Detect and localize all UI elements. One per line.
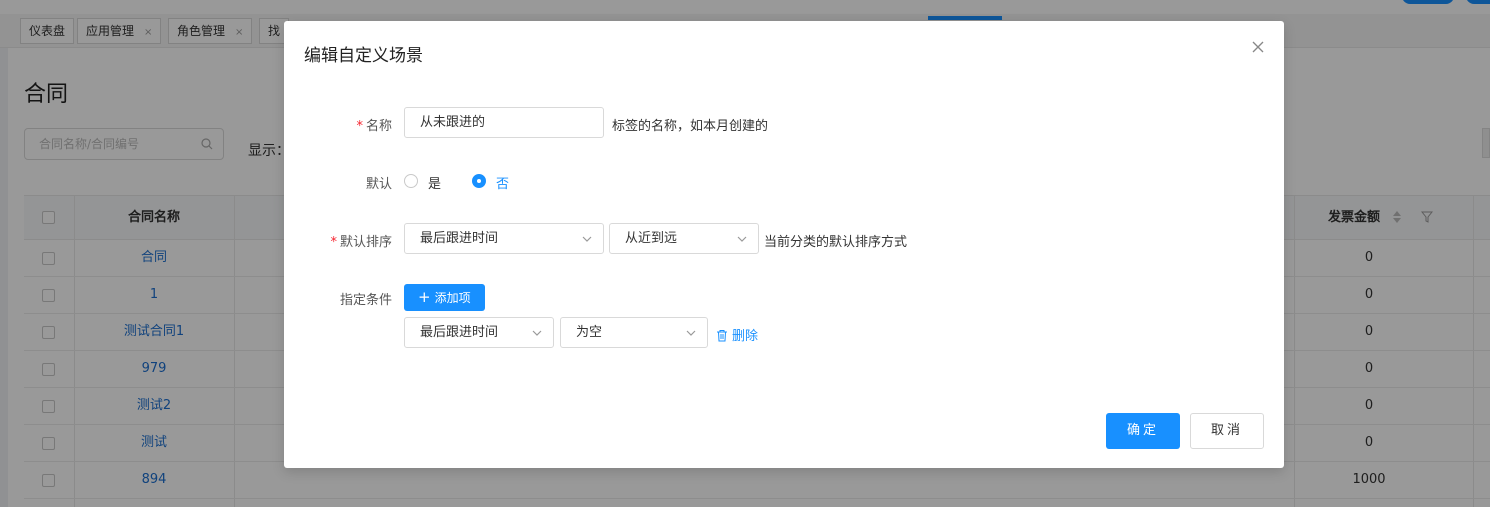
sort-label: * 默认排序 bbox=[330, 235, 392, 250]
select-value: 从近到远 bbox=[625, 231, 678, 246]
condition-operator-select[interactable]: 为空 bbox=[560, 317, 708, 348]
trash-icon bbox=[717, 330, 727, 342]
plus-icon: + bbox=[418, 288, 431, 306]
cancel-button[interactable]: 取消 bbox=[1190, 413, 1264, 449]
default-no-label[interactable]: 否 bbox=[496, 173, 509, 192]
default-no-radio[interactable] bbox=[472, 174, 486, 188]
close-icon[interactable] bbox=[1250, 39, 1266, 55]
edit-scene-dialog: 编辑自定义场景 * 名称 从未跟进的 标签的名称，如本月创建的 默认 是 否 * 默… bbox=[284, 21, 1284, 468]
select-value: 最后跟进时间 bbox=[420, 231, 499, 246]
dialog-title: 编辑自定义场景 bbox=[304, 46, 423, 66]
add-condition-button[interactable]: + 添加项 bbox=[404, 284, 485, 311]
delete-condition-link[interactable]: 删除 bbox=[716, 325, 758, 344]
chevron-down-icon bbox=[582, 236, 592, 242]
chevron-down-icon bbox=[532, 330, 542, 336]
name-hint: 标签的名称，如本月创建的 bbox=[612, 119, 769, 134]
select-value: 最后跟进时间 bbox=[420, 325, 499, 340]
default-label: 默认 bbox=[365, 177, 392, 192]
name-input[interactable]: 从未跟进的 bbox=[404, 107, 604, 138]
condition-field-select[interactable]: 最后跟进时间 bbox=[404, 317, 554, 348]
select-value: 为空 bbox=[576, 325, 603, 340]
condition-label: 指定条件 bbox=[339, 293, 392, 308]
default-yes-label[interactable]: 是 bbox=[428, 173, 441, 192]
required-mark: * bbox=[330, 235, 337, 250]
sort-field-select[interactable]: 最后跟进时间 bbox=[404, 223, 604, 254]
default-yes-radio[interactable] bbox=[404, 174, 418, 188]
name-label: * 名称 bbox=[356, 119, 392, 134]
chevron-down-icon bbox=[737, 236, 747, 242]
chevron-down-icon bbox=[686, 330, 696, 336]
sort-order-select[interactable]: 从近到远 bbox=[609, 223, 759, 254]
required-mark: * bbox=[356, 119, 363, 134]
confirm-button[interactable]: 确定 bbox=[1106, 413, 1180, 449]
sort-hint: 当前分类的默认排序方式 bbox=[764, 235, 908, 250]
